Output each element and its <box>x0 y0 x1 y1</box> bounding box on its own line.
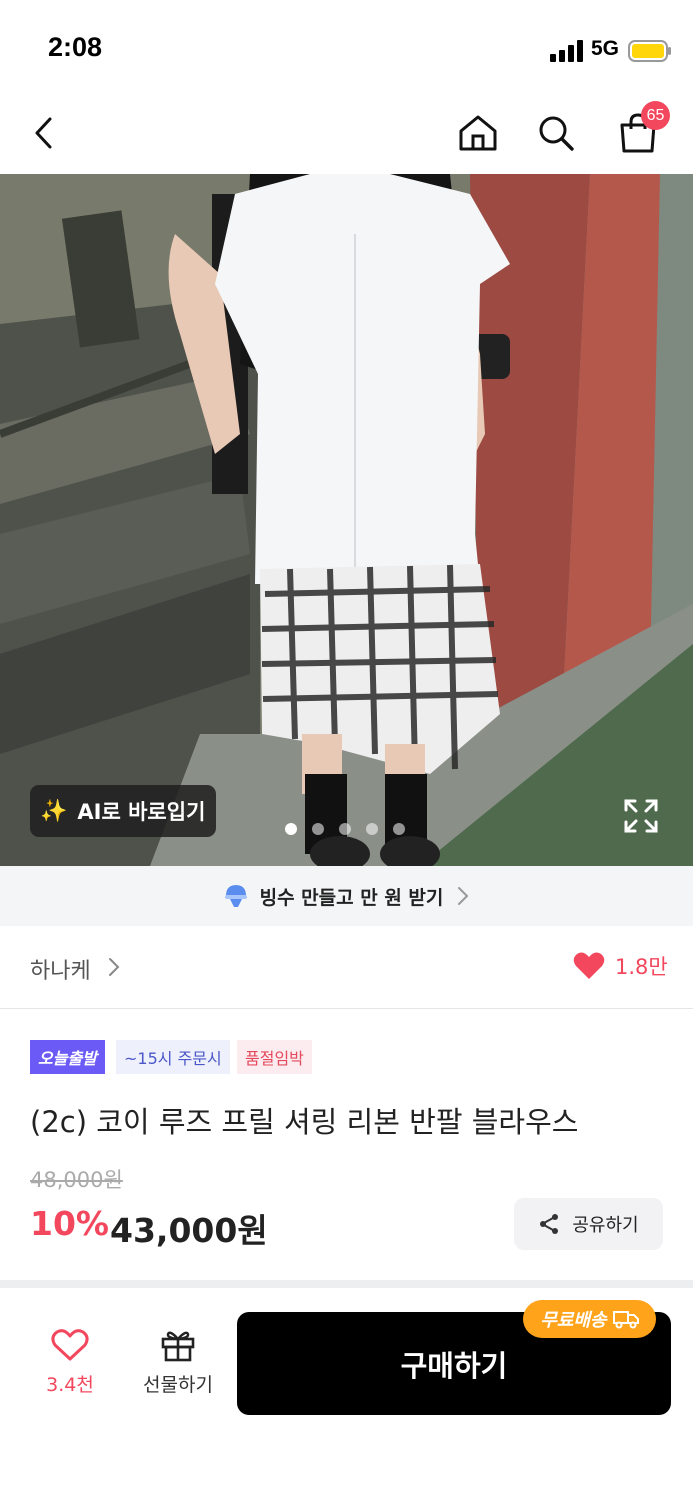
battery-icon <box>628 40 671 62</box>
chevron-right-icon[interactable] <box>106 955 122 979</box>
product-image[interactable] <box>0 174 693 866</box>
badge-order-cutoff: ~15시 주문시 <box>116 1040 230 1074</box>
product-photo <box>0 174 693 866</box>
share-icon <box>540 1214 559 1234</box>
back-button[interactable] <box>14 100 74 166</box>
heart-outline-icon <box>51 1329 89 1361</box>
gift-button[interactable]: 선물하기 <box>136 1328 220 1397</box>
badge-today-shipping: 오늘출발 <box>30 1040 105 1074</box>
magic-wand-icon: ✨ <box>40 798 68 824</box>
share-button[interactable]: 공유하기 <box>514 1198 663 1250</box>
gift-label: 선물하기 <box>143 1374 213 1396</box>
chevron-left-icon <box>35 117 52 149</box>
carousel-dot[interactable] <box>339 823 351 835</box>
badge-low-stock: 품절임박 <box>237 1040 312 1074</box>
gift-icon <box>161 1331 195 1362</box>
free-shipping-label: 무료배송 <box>540 1310 607 1331</box>
top-nav <box>0 100 693 174</box>
ai-try-on-button[interactable]: ✨ AI로 바로입기 <box>30 785 216 837</box>
wishlist-count: 3.4천 <box>46 1374 94 1396</box>
search-button[interactable] <box>526 100 586 166</box>
wishlist-button[interactable]: 3.4천 <box>40 1328 100 1397</box>
shop-like-button[interactable]: 1.8만 <box>573 951 668 981</box>
product-title: (2c) 코이 루즈 프릴 셔링 리본 반팔 블라우스 <box>30 1105 579 1139</box>
cart-count-badge: 65 <box>641 101 670 130</box>
chevron-right-icon <box>458 887 469 905</box>
carousel-dot[interactable] <box>285 823 297 835</box>
home-icon <box>459 115 497 151</box>
original-price: 48,000원 <box>30 1168 123 1192</box>
shaved-ice-icon <box>224 885 247 907</box>
carousel-dot[interactable] <box>312 823 324 835</box>
carousel-dot[interactable] <box>366 823 378 835</box>
search-icon <box>539 116 574 151</box>
home-button[interactable] <box>448 100 508 166</box>
network-type: 5G <box>591 37 620 60</box>
status-bar: 2:08 5G <box>0 0 693 100</box>
heart-filled-icon <box>573 952 605 979</box>
shop-like-count: 1.8만 <box>615 955 668 979</box>
ai-try-on-label: AI로 바로입기 <box>77 800 206 824</box>
section-divider <box>0 1280 693 1288</box>
free-shipping-tag: 무료배송 <box>523 1300 656 1338</box>
promo-banner[interactable]: 빙수 만들고 만 원 받기 <box>0 866 693 926</box>
expand-icon[interactable] <box>622 797 660 835</box>
signal-icon <box>550 40 583 62</box>
sale-price: 43,000원 <box>110 1211 268 1250</box>
shop-name-link[interactable]: 하나케 <box>30 953 91 985</box>
share-label: 공유하기 <box>572 1215 639 1236</box>
promo-text: 빙수 만들고 만 원 받기 <box>259 886 444 909</box>
carousel-dot[interactable] <box>393 823 405 835</box>
carousel-indicator <box>285 823 405 837</box>
status-time: 2:08 <box>48 32 103 62</box>
truck-icon <box>612 1311 639 1329</box>
discount-rate: 10% <box>30 1204 109 1243</box>
